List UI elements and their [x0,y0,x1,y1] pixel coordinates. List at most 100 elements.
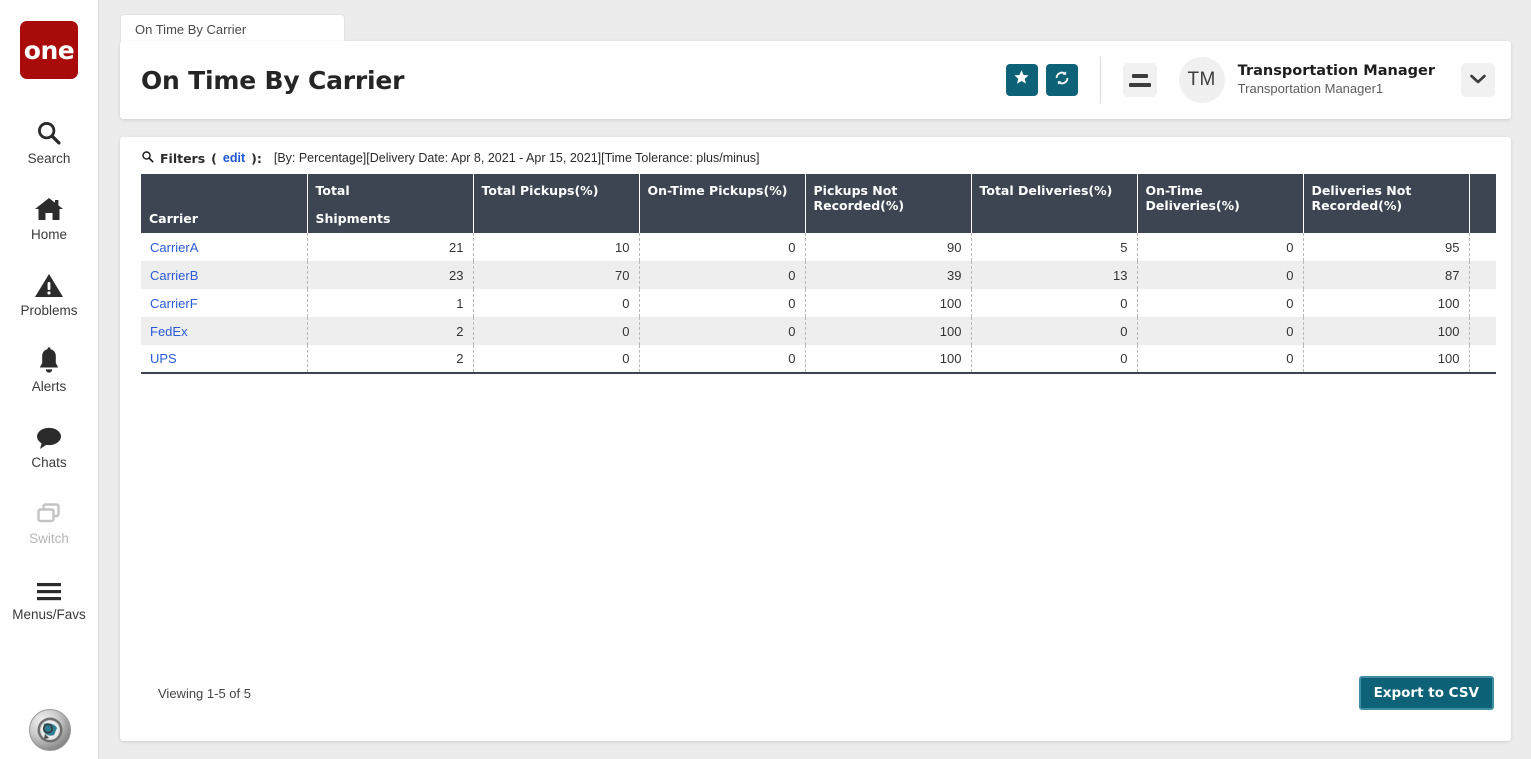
column-header-label: Pickups Not Recorded(%) [813,183,905,213]
column-header-label: Carrier [149,211,198,226]
cell-total-shipments: 21 [307,233,474,261]
cell-total-shipments: 2 [307,317,474,345]
column-header-label: Deliveries Not Recorded(%) [1311,183,1412,213]
carrier-link[interactable]: CarrierA [150,240,198,255]
cell-pickups-not-recorded: 100 [805,345,972,374]
filters-edit-link[interactable]: edit [223,151,245,165]
carrier-link[interactable]: FedEx [150,324,188,339]
column-header-label: Total [315,183,350,198]
table-head: Carrier Total Shipments Total Pickups(%)… [141,174,1496,233]
cell-total-shipments: 2 [307,345,474,374]
cell-actions [1469,233,1496,261]
export-to-csv-button[interactable]: Export to CSV [1358,676,1494,710]
column-header-on-time-pickups[interactable]: On-Time Pickups(%) [639,174,806,233]
filters-value: [By: Percentage][Delivery Date: Apr 8, 2… [273,151,760,165]
user-menu-button[interactable] [1461,63,1495,97]
cell-on-time-deliveries: 0 [1137,233,1304,261]
cell-total-shipments: 1 [307,289,474,317]
switch-windows-icon [35,497,63,527]
cell-on-time-deliveries: 0 [1137,345,1304,374]
hamburger-icon [34,573,64,603]
sidebar-item-switch[interactable]: Switch [0,483,98,559]
cell-deliveries-not-recorded: 87 [1303,261,1470,289]
page-header: On Time By Carrier TM Transportation Man… [120,41,1511,119]
refresh-icon [1053,69,1071,92]
cell-on-time-deliveries: 0 [1137,261,1304,289]
sidebar-item-label: Search [27,150,71,166]
sidebar-item-search[interactable]: Search [0,103,98,179]
refresh-button[interactable] [1045,64,1078,96]
app-logo[interactable]: one [20,21,78,79]
table-row[interactable]: CarrierF 1 0 0 100 0 0 100 [141,289,1496,317]
column-header-on-time-deliveries[interactable]: On-Time Deliveries(%) [1137,174,1304,233]
column-header-label: On-Time Deliveries(%) [1145,183,1240,213]
search-icon [141,150,154,166]
user-subtitle: Transportation Manager1 [1237,80,1384,96]
column-header-carrier[interactable]: Carrier [141,174,308,233]
table-container: Carrier Total Shipments Total Pickups(%)… [120,174,1511,374]
sidebar-item-label: Home [30,226,67,242]
sidebar-item-label: Problems [20,302,78,318]
rail-bottom [0,709,99,751]
cell-actions [1469,317,1496,345]
sidebar-item-label: Menus/Favs [12,606,86,622]
header-actions: TM Transportation Manager Transportation… [1005,41,1511,119]
cell-total-pickups: 10 [473,233,640,261]
header-divider [1099,57,1101,103]
column-header-total-deliveries[interactable]: Total Deliveries(%) [971,174,1138,233]
cell-actions [1469,289,1496,317]
cell-pickups-not-recorded: 90 [805,233,972,261]
sidebar-item-menus-favs[interactable]: Menus/Favs [0,559,98,635]
user-info: Transportation Manager Transportation Ma… [1238,62,1435,98]
list-menu-button[interactable] [1122,63,1157,97]
carrier-link[interactable]: CarrierF [150,296,198,311]
cell-on-time-pickups: 0 [639,289,806,317]
cell-pickups-not-recorded: 39 [805,261,972,289]
cell-total-pickups: 70 [473,261,640,289]
sidebar-item-problems[interactable]: Problems [0,255,98,331]
table-header-row: Carrier Total Shipments Total Pickups(%)… [141,174,1496,233]
sidebar-item-chats[interactable]: Chats [0,407,98,483]
cell-deliveries-not-recorded: 100 [1303,289,1470,317]
carrier-link[interactable]: UPS [150,351,177,366]
cell-carrier: FedEx [141,317,308,345]
cell-actions [1469,345,1496,374]
left-nav-rail: one Search Home Problems Alerts Chats Sw… [0,0,99,759]
cell-carrier: CarrierF [141,289,308,317]
column-header-label: Total Pickups(%) [481,183,599,198]
column-header-actions [1469,174,1496,233]
column-header-total-pickups[interactable]: Total Pickups(%) [473,174,640,233]
sidebar-item-label: Switch [29,530,69,546]
cell-deliveries-not-recorded: 95 [1303,233,1470,261]
cell-deliveries-not-recorded: 100 [1303,345,1470,374]
column-header-pickups-not-recorded[interactable]: Pickups Not Recorded(%) [805,174,972,233]
favorite-button[interactable] [1005,64,1038,96]
carrier-link[interactable]: CarrierB [150,268,198,283]
table-row[interactable]: FedEx 2 0 0 100 0 0 100 [141,317,1496,345]
filters-label: Filters [160,150,206,166]
cell-total-deliveries: 5 [971,233,1138,261]
bell-icon [36,345,62,375]
avatar[interactable]: TM [1178,57,1225,103]
nav-item-list: Search Home Problems Alerts Chats Switch… [0,103,98,635]
table-row[interactable]: CarrierA 21 10 0 90 5 0 95 [141,233,1496,261]
app-root: one Search Home Problems Alerts Chats Sw… [0,0,1531,759]
sidebar-item-alerts[interactable]: Alerts [0,331,98,407]
filters-close-paren: ): [251,150,262,166]
user-name: Transportation Manager [1237,63,1435,80]
filters-bar: Filters (edit): [By: Percentage][Deliver… [120,137,1511,174]
cell-pickups-not-recorded: 100 [805,317,972,345]
star-icon [1013,69,1030,91]
sidebar-item-label: Alerts [31,378,67,394]
sidebar-item-home[interactable]: Home [0,179,98,255]
search-icon [35,117,63,147]
column-header-total-shipments[interactable]: Total Shipments [307,174,474,233]
chevron-down-icon [1470,71,1486,89]
cell-on-time-pickups: 0 [639,317,806,345]
globe-avatar-icon[interactable] [28,709,71,751]
list-menu-icon-bar-2 [1128,82,1151,87]
table-row[interactable]: CarrierB 23 70 0 39 13 0 87 [141,261,1496,289]
column-header-deliveries-not-recorded[interactable]: Deliveries Not Recorded(%) [1303,174,1470,233]
table-row[interactable]: UPS 2 0 0 100 0 0 100 [141,345,1496,374]
column-header-label: Total Deliveries(%) [979,183,1113,198]
